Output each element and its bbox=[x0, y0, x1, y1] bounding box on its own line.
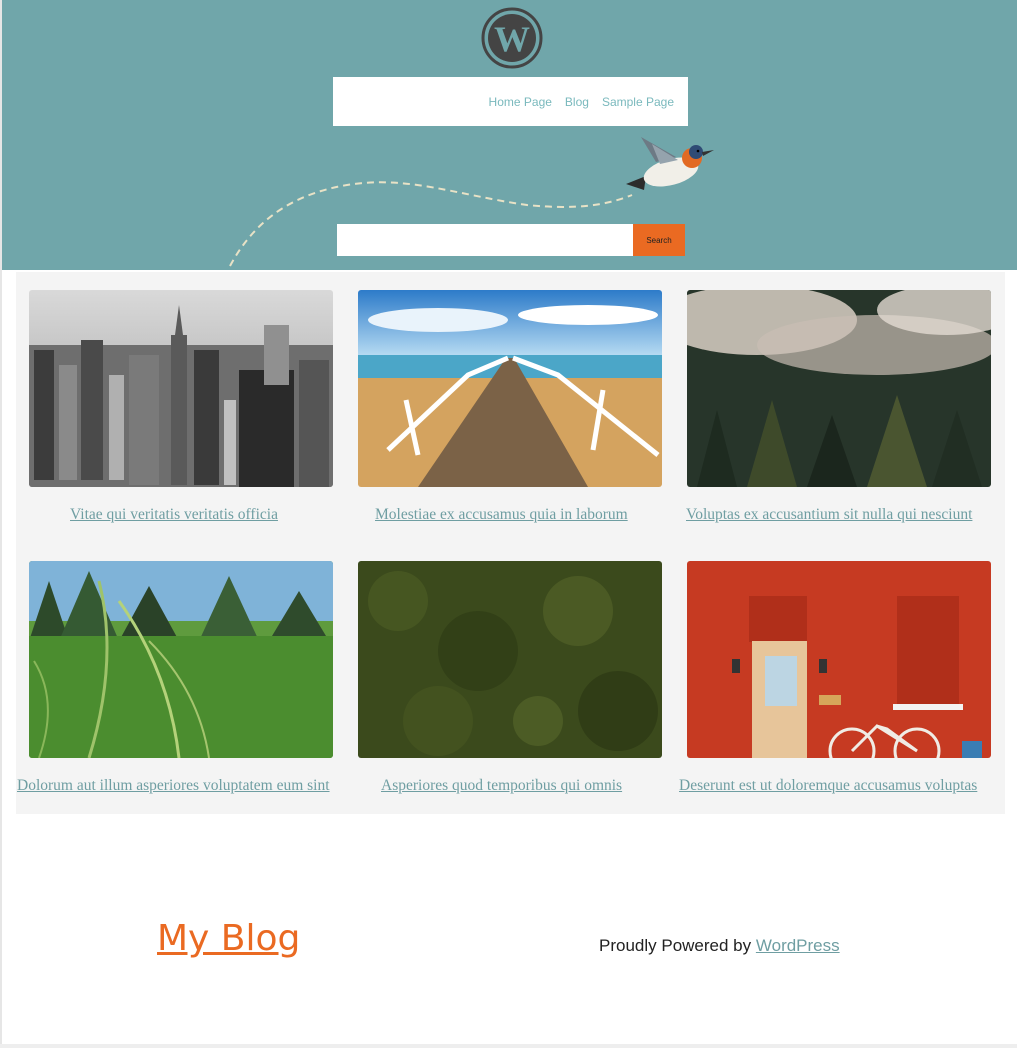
nav-blog[interactable]: Blog bbox=[565, 95, 589, 109]
post-title-link[interactable]: Dolorum aut illum asperiores voluptatem … bbox=[17, 776, 337, 795]
post-thumbnail-pier[interactable] bbox=[358, 290, 662, 487]
main-nav: Home Page Blog Sample Page bbox=[333, 77, 688, 126]
post-title-link[interactable]: Molestiae ex accusamus quia in laborum bbox=[375, 505, 628, 524]
footer-site-title-link[interactable]: My Blog bbox=[157, 918, 300, 959]
wordpress-link[interactable]: WordPress bbox=[756, 936, 840, 955]
page-bottom-border bbox=[0, 1044, 1017, 1048]
post-thumbnail-city[interactable] bbox=[29, 290, 333, 487]
post-title-link[interactable]: Deserunt est ut doloremque accusamus vol… bbox=[679, 776, 977, 795]
search-button[interactable]: Search bbox=[633, 224, 685, 256]
site-header: W Home Page Blog Sample Page Search bbox=[2, 0, 1017, 270]
post-thumbnail-grass[interactable] bbox=[29, 561, 333, 758]
wordpress-logo-icon[interactable]: W bbox=[480, 6, 544, 70]
footer-credit: Proudly Powered by WordPress bbox=[599, 936, 840, 956]
post-thumbnail-moss[interactable] bbox=[358, 561, 662, 758]
search-input[interactable] bbox=[337, 224, 633, 256]
bird-illustration-icon bbox=[626, 137, 714, 190]
svg-text:W: W bbox=[494, 19, 530, 59]
post-gallery: Vitae qui veritatis veritatis officia Mo… bbox=[16, 272, 1005, 814]
nav-sample-page[interactable]: Sample Page bbox=[602, 95, 674, 109]
post-title-link[interactable]: Asperiores quod temporibus qui omnis bbox=[381, 776, 622, 795]
post-thumbnail-forest[interactable] bbox=[687, 290, 991, 487]
post-thumbnail-red-wall[interactable] bbox=[687, 561, 991, 758]
nav-home-page[interactable]: Home Page bbox=[489, 95, 552, 109]
post-title-link[interactable]: Voluptas ex accusantium sit nulla qui ne… bbox=[686, 505, 972, 524]
post-title-link[interactable]: Vitae qui veritatis veritatis officia bbox=[70, 505, 278, 524]
credit-prefix: Proudly Powered by bbox=[599, 936, 752, 955]
